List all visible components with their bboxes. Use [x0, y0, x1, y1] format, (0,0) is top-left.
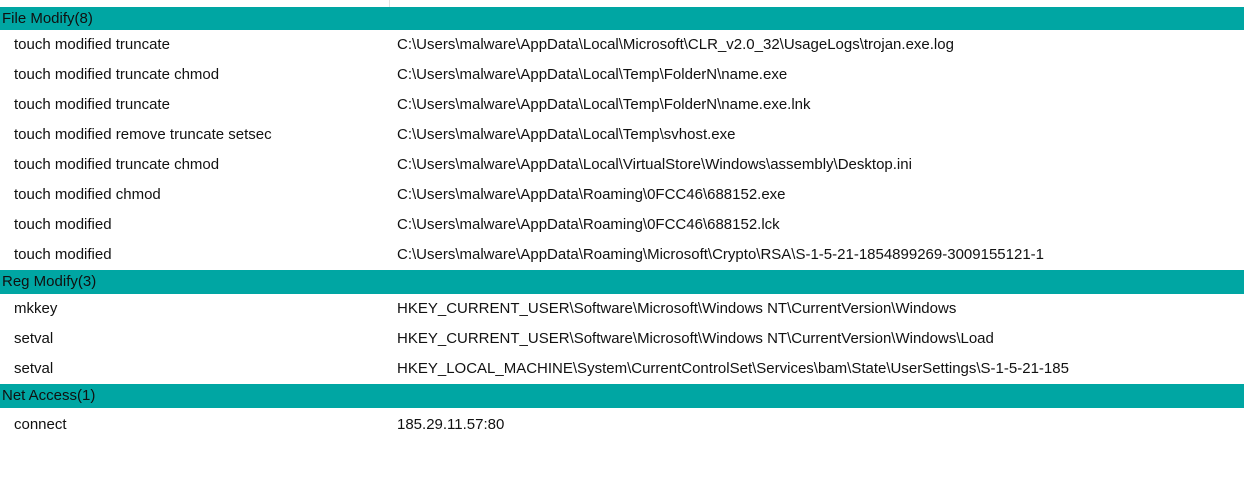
- table-row[interactable]: touch modified C:\Users\malware\AppData\…: [0, 210, 1244, 240]
- table-row[interactable]: touch modified chmod C:\Users\malware\Ap…: [0, 180, 1244, 210]
- group-header-reg-modify[interactable]: Reg Modify(3): [0, 270, 1244, 294]
- operation-cell: touch modified truncate chmod: [14, 156, 220, 173]
- target-path-cell: C:\Users\malware\AppData\Local\Microsoft…: [397, 36, 954, 53]
- registry-key-cell: HKEY_LOCAL_MACHINE\System\CurrentControl…: [397, 360, 1069, 377]
- table-row[interactable]: connect 185.29.11.57:80: [0, 408, 1244, 441]
- operation-cell: connect: [14, 416, 67, 433]
- table-row[interactable]: setval HKEY_CURRENT_USER\Software\Micros…: [0, 324, 1244, 354]
- registry-key-cell: HKEY_CURRENT_USER\Software\Microsoft\Win…: [397, 330, 994, 347]
- target-path-cell: C:\Users\malware\AppData\Local\Temp\svho…: [397, 126, 736, 143]
- operation-cell: touch modified remove truncate setsec: [14, 126, 272, 143]
- target-path-cell: C:\Users\malware\AppData\Local\Temp\Fold…: [397, 96, 811, 113]
- target-path-cell: C:\Users\malware\AppData\Roaming\0FCC46\…: [397, 216, 780, 233]
- column-divider[interactable]: [389, 0, 390, 7]
- table-row[interactable]: mkkey HKEY_CURRENT_USER\Software\Microso…: [0, 294, 1244, 324]
- operation-cell: touch modified truncate chmod: [14, 66, 220, 83]
- target-path-cell: C:\Users\malware\AppData\Local\VirtualSt…: [397, 156, 912, 173]
- operation-cell: touch modified: [14, 246, 112, 263]
- operation-cell: setval: [14, 330, 54, 347]
- table-row[interactable]: touch modified remove truncate setsec C:…: [0, 120, 1244, 150]
- table-row[interactable]: touch modified truncate C:\Users\malware…: [0, 90, 1244, 120]
- group-reg-modify: mkkey HKEY_CURRENT_USER\Software\Microso…: [0, 294, 1244, 384]
- group-header-net-access[interactable]: Net Access(1): [0, 384, 1244, 408]
- registry-key-cell: HKEY_CURRENT_USER\Software\Microsoft\Win…: [397, 300, 957, 317]
- table-row[interactable]: setval HKEY_LOCAL_MACHINE\System\Current…: [0, 354, 1244, 384]
- table-row[interactable]: touch modified truncate chmod C:\Users\m…: [0, 60, 1244, 90]
- group-file-modify: touch modified truncate C:\Users\malware…: [0, 30, 1244, 270]
- network-address-cell: 185.29.11.57:80: [397, 416, 505, 433]
- column-header-strip: [0, 0, 1244, 7]
- operation-cell: touch modified truncate: [14, 96, 170, 113]
- target-path-cell: C:\Users\malware\AppData\Roaming\0FCC46\…: [397, 186, 786, 203]
- target-path-cell: C:\Users\malware\AppData\Local\Temp\Fold…: [397, 66, 788, 83]
- operation-cell: setval: [14, 360, 54, 377]
- group-header-file-modify[interactable]: File Modify(8): [0, 7, 1244, 30]
- target-path-cell: C:\Users\malware\AppData\Roaming\Microso…: [397, 246, 1044, 263]
- table-row[interactable]: touch modified truncate C:\Users\malware…: [0, 30, 1244, 60]
- operation-cell: mkkey: [14, 300, 58, 317]
- operation-cell: touch modified: [14, 216, 112, 233]
- operation-cell: touch modified chmod: [14, 186, 161, 203]
- table-row[interactable]: touch modified truncate chmod C:\Users\m…: [0, 150, 1244, 180]
- table-row[interactable]: touch modified C:\Users\malware\AppData\…: [0, 240, 1244, 270]
- group-net-access: connect 185.29.11.57:80: [0, 408, 1244, 441]
- operation-cell: touch modified truncate: [14, 36, 170, 53]
